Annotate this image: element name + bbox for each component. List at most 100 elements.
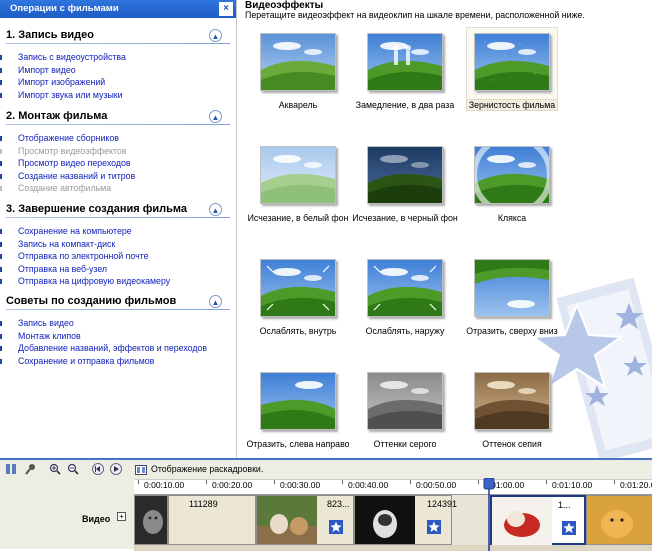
collapse-icon[interactable]: ▲: [209, 29, 222, 42]
effects-subtitle: Перетащите видеоэффект на видеоклип на ш…: [245, 10, 585, 20]
task-link[interactable]: Сохранение на компьютере: [0, 226, 132, 236]
task-pane-header: Операции с фильмами ×: [0, 0, 236, 18]
task-link[interactable]: Сохранение и отправка фильмов: [0, 356, 154, 366]
effect-label: Оттенки серого: [373, 439, 437, 449]
effect-star-icon[interactable]: [562, 521, 576, 535]
effect-star-icon[interactable]: [329, 520, 343, 534]
task-link[interactable]: Монтаж клипов: [0, 331, 81, 341]
close-pane-button[interactable]: ×: [219, 2, 233, 16]
section-title: 1. Запись видео: [6, 29, 94, 41]
task-link[interactable]: Отправка на веб-узел: [0, 264, 107, 274]
storyboard-icon[interactable]: [5, 463, 17, 475]
ruler-tick-mark: [342, 480, 343, 484]
effect-tile[interactable]: Акварель: [248, 27, 348, 137]
timeline-ruler[interactable]: 0:00:10.00 0:00:20.00 0:00:30.00 0:00:40.00…: [134, 479, 652, 495]
section-divider: [6, 124, 230, 125]
task-link[interactable]: Создание названий и титров: [0, 171, 135, 181]
timeline-clip[interactable]: 111289: [168, 495, 256, 545]
effect-tile[interactable]: Клякса: [462, 140, 562, 250]
effect-tile[interactable]: Оттенок сепия: [462, 366, 562, 458]
task-link[interactable]: Добавление названий, эффектов и переходо…: [0, 343, 207, 353]
ruler-tick-mark: [478, 480, 479, 484]
effect-tile[interactable]: Отразить, слева направо: [246, 366, 350, 458]
effect-tile[interactable]: Исчезание, в белый фон: [248, 140, 348, 250]
storyboard-toggle-label[interactable]: Отображение раскадровки.: [151, 464, 263, 474]
storyboard-view-icon[interactable]: [135, 464, 147, 476]
ruler-tick-mark: [274, 480, 275, 484]
clip-name: 823...: [327, 499, 350, 509]
timeline-clip[interactable]: 823...: [256, 495, 354, 545]
timeline-clip[interactable]: [134, 495, 168, 545]
effect-label: Отразить, сверху вниз: [466, 326, 558, 336]
transition-track[interactable]: [134, 545, 652, 551]
effect-label: Оттенок сепия: [482, 439, 542, 449]
timeline-clip[interactable]: 124391: [354, 495, 457, 545]
effect-tile[interactable]: Ослаблять, внутрь: [248, 253, 348, 363]
effect-thumbnail: [474, 372, 550, 430]
effect-thumbnail: [367, 259, 443, 317]
section-divider: [6, 43, 230, 44]
timeline-clip[interactable]: [586, 495, 652, 545]
effect-tile[interactable]: Зернистость фильма: [462, 27, 562, 137]
ruler-tick-label: 0:01:20.00: [620, 480, 652, 490]
ruler-tick-mark: [138, 480, 139, 484]
task-link[interactable]: Импорт звука или музыки: [0, 90, 123, 100]
timeline-clip[interactable]: 1...: [490, 495, 586, 545]
task-link: Создание автофильма: [0, 183, 112, 193]
zoom-in-icon[interactable]: [49, 463, 61, 475]
effect-tile[interactable]: Ослаблять, наружу: [355, 253, 455, 363]
task-link[interactable]: Запись с видеоустройства: [0, 52, 126, 62]
task-link[interactable]: Просмотр видео переходов: [0, 158, 131, 168]
task-link[interactable]: Отправка на цифровую видеокамеру: [0, 276, 170, 286]
effect-thumbnail: [260, 146, 336, 204]
video-track-expand-button[interactable]: +: [117, 512, 126, 521]
effect-thumbnail: [260, 372, 336, 430]
effect-star-icon[interactable]: [427, 520, 441, 534]
effect-label: Ослаблять, наружу: [365, 326, 445, 336]
video-track[interactable]: 111289 823... 124391 1...: [134, 495, 652, 545]
microphone-icon[interactable]: [25, 463, 37, 475]
collapse-icon[interactable]: ▲: [209, 295, 222, 308]
task-link[interactable]: Запись видео: [0, 318, 74, 328]
playhead-marker[interactable]: [483, 478, 495, 551]
ruler-tick-mark: [546, 480, 547, 484]
task-link[interactable]: Отображение сборников: [0, 133, 119, 143]
ruler-tick-label: 0:00:20.00: [212, 480, 253, 490]
ruler-tick-label: 0:00:30.00: [280, 480, 321, 490]
effect-tile[interactable]: Исчезание, в черный фон: [352, 140, 458, 250]
effect-label: Зернистость фильма: [452, 99, 572, 111]
section-header[interactable]: 3. Завершение создания фильма ▲: [0, 202, 236, 218]
task-section-3: 3. Завершение создания фильма ▲ Сохранение…: [0, 202, 236, 286]
task-link[interactable]: Импорт видео: [0, 65, 76, 75]
video-track-label: Видео: [82, 514, 111, 524]
task-link[interactable]: Импорт изображений: [0, 77, 105, 87]
collapse-icon[interactable]: ▲: [209, 110, 222, 123]
timeline-toolbar: Отображение раскадровки.: [0, 460, 652, 478]
zoom-out-icon[interactable]: [67, 463, 79, 475]
effect-tile[interactable]: Замедление, в два раза: [355, 27, 455, 137]
play-icon[interactable]: [110, 463, 122, 475]
effect-thumbnail: [474, 146, 550, 204]
effect-thumbnail: [260, 33, 336, 91]
section-header[interactable]: 2. Монтаж фильма ▲: [0, 109, 236, 125]
section-title: Советы по созданию фильмов: [6, 295, 177, 307]
clip-name: 124391: [427, 499, 458, 509]
effect-tile[interactable]: Отразить, сверху вниз: [462, 253, 562, 363]
effect-label: Замедление, в два раза: [355, 100, 455, 110]
section-divider: [6, 309, 230, 310]
section-header[interactable]: 1. Запись видео ▲: [0, 28, 236, 44]
task-link[interactable]: Запись на компакт-диск: [0, 239, 115, 249]
section-header[interactable]: Советы по созданию фильмов ▲: [0, 294, 236, 310]
ruler-tick-label: 0:00:10.00: [144, 480, 185, 490]
clip-name: 111289: [189, 499, 218, 509]
ruler-tick-mark: [410, 480, 411, 484]
task-link[interactable]: Отправка по электронной почте: [0, 251, 149, 261]
clip-thumbnail: [587, 496, 652, 544]
effect-label: Отразить, слева направо: [246, 439, 350, 449]
task-pane: Операции с фильмами × 1. Запись видео ▲ За…: [0, 0, 237, 458]
effects-pane: Видеоэффекты Перетащите видеоэффект на в…: [237, 0, 652, 458]
rewind-icon[interactable]: [92, 463, 104, 475]
collapse-icon[interactable]: ▲: [209, 203, 222, 216]
clip-name: 1...: [558, 500, 571, 510]
effect-tile[interactable]: Оттенки серого: [355, 366, 455, 458]
